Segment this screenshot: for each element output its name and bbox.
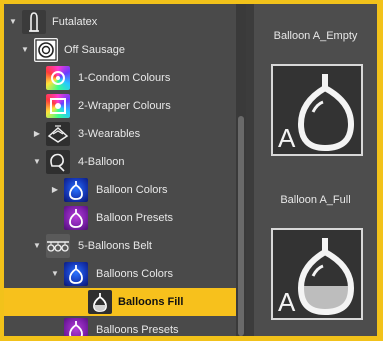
tree-item-label: Balloons Colors [96, 268, 174, 280]
collapsed-arrow-icon[interactable]: ▶ [50, 184, 60, 196]
wearables-icon [46, 122, 70, 146]
tree-item-balloons-colors[interactable]: ▼ Balloons Colors [4, 260, 236, 288]
tree-item-futalatex[interactable]: ▼ Futalatex [4, 8, 236, 36]
tree-item-label: Balloon Presets [96, 212, 174, 224]
balloon-fill-icon [88, 290, 112, 314]
panel-divider[interactable] [246, 4, 254, 336]
tree-item-wrapper-colours[interactable]: 2-Wrapper Colours [4, 92, 236, 120]
tree-item-label: 5-Balloons Belt [78, 240, 152, 252]
tree-item-wearables[interactable]: ▶ 3-Wearables [4, 120, 236, 148]
content-tree: ▼ Futalatex ▼ Off Sausage 1-Condom Colou… [4, 4, 236, 336]
expand-arrow-icon[interactable]: ▼ [32, 156, 42, 168]
preset-title: Balloon A_Full [280, 194, 351, 206]
tree-item-label: Balloons Fill [118, 296, 184, 308]
product-icon [34, 38, 58, 62]
tree-item-label: Balloons Presets [96, 324, 179, 336]
tree-item-off-sausage[interactable]: ▼ Off Sausage [4, 36, 236, 64]
tree-item-label: 4-Balloon [78, 156, 125, 168]
expand-arrow-icon[interactable]: ▼ [20, 44, 30, 56]
preset-title: Balloon A_Empty [273, 30, 358, 42]
balloons-belt-icon [46, 234, 70, 258]
expand-arrow-icon[interactable]: ▼ [8, 16, 18, 28]
purple-balloon-icon [64, 318, 88, 336]
figure-icon [22, 10, 46, 34]
rainbow-swatch-icon [46, 94, 70, 118]
tree-item-balloons-presets[interactable]: Balloons Presets [4, 316, 236, 336]
tree-item-label: Futalatex [52, 16, 98, 28]
tree-item-balloon-presets[interactable]: Balloon Presets [4, 204, 236, 232]
blue-balloon-icon [64, 178, 88, 202]
balloon-outline-icon [46, 150, 70, 174]
tree-item-label: Balloon Colors [96, 184, 168, 196]
scrollbar-thumb[interactable] [238, 116, 244, 336]
expand-arrow-icon[interactable]: ▼ [50, 268, 60, 280]
tree-item-condom-colours[interactable]: 1-Condom Colours [4, 64, 236, 92]
tree-item-balloons-belt[interactable]: ▼ 5-Balloons Belt [4, 232, 236, 260]
tree-item-label: 2-Wrapper Colours [78, 100, 171, 112]
collapsed-arrow-icon[interactable]: ▶ [32, 128, 42, 140]
tree-item-balloons-fill[interactable]: Balloons Fill [4, 288, 236, 316]
tree-item-balloon-colors[interactable]: ▶ Balloon Colors [4, 176, 236, 204]
preset-tile-balloon-a-empty[interactable]: A [271, 64, 363, 156]
tree-item-label: 1-Condom Colours [78, 72, 171, 84]
preset-tile-balloon-a-full[interactable]: A [271, 228, 363, 320]
tree-item-label: 3-Wearables [78, 128, 141, 140]
expand-arrow-icon[interactable]: ▼ [32, 240, 42, 252]
preset-panel: Balloon A_Empty A Balloon A_Full A [254, 4, 377, 336]
purple-balloon-icon [64, 206, 88, 230]
preset-letter: A [278, 123, 296, 153]
blue-balloon-icon [64, 262, 88, 286]
content-library-window: ▼ Futalatex ▼ Off Sausage 1-Condom Colou… [4, 4, 377, 336]
tree-item-label: Off Sausage [64, 44, 125, 56]
rainbow-swatch-icon [46, 66, 70, 90]
tree-item-balloon[interactable]: ▼ 4-Balloon [4, 148, 236, 176]
preset-letter: A [278, 287, 296, 317]
tree-scrollbar[interactable] [236, 4, 246, 336]
